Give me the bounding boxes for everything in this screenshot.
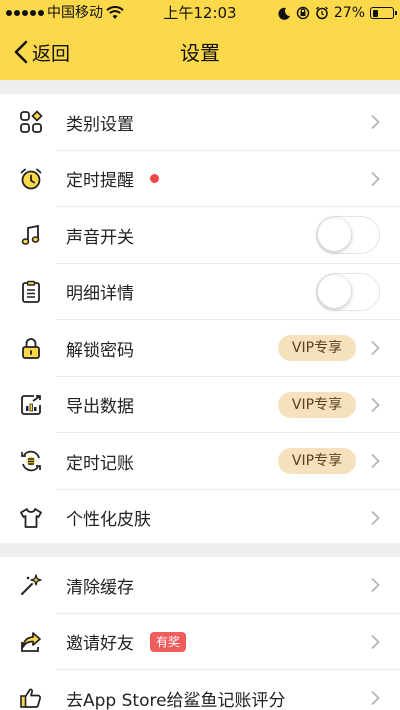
row-unlock-password[interactable]: 解锁密码 VIP专享 [0, 320, 400, 377]
battery-fill [372, 9, 378, 17]
chevron-right-icon [371, 691, 380, 706]
status-bar: 中国移动 上午12:03 27% [0, 0, 400, 26]
row-sound-switch: 声音开关 [0, 207, 400, 264]
music-note-icon [18, 222, 44, 248]
moon-icon [278, 7, 290, 20]
award-badge: 有奖 [150, 631, 187, 652]
row-label: 清除缓存 [66, 577, 134, 598]
row-label: 定时记账 [66, 453, 134, 474]
back-button[interactable]: 返回 [14, 36, 70, 68]
chevron-right-icon [371, 454, 380, 469]
detail-toggle[interactable] [316, 272, 380, 311]
export-chart-icon [18, 392, 44, 418]
row-export-data[interactable]: 导出数据 VIP专享 [0, 377, 400, 434]
lock-icon [18, 335, 44, 361]
nav-bar: 设置 返回 [0, 26, 400, 80]
toggle-knob [318, 274, 351, 308]
row-label: 声音开关 [66, 227, 134, 248]
chevron-right-icon [371, 341, 380, 356]
row-timed-reminder[interactable]: 定时提醒 [0, 151, 400, 208]
settings-section: 类别设置 定时提醒 声音开关 明细详情 解锁密码 VIP专享 导出数据 VIP专… [0, 94, 400, 543]
row-label: 邀请好友 [66, 634, 134, 655]
row-rate-app[interactable]: 去App Store给鲨鱼记账评分 [0, 670, 400, 710]
notification-dot [150, 174, 159, 184]
share-icon [18, 629, 44, 655]
row-personalized-skin[interactable]: 个性化皮肤 [0, 490, 400, 547]
chevron-right-icon [371, 171, 380, 186]
vip-badge: VIP专享 [278, 335, 356, 362]
header: 中国移动 上午12:03 27% 设置 返回 [0, 0, 400, 80]
vip-badge: VIP专享 [278, 391, 356, 418]
row-detail-info: 明细详情 [0, 264, 400, 321]
chevron-right-icon [371, 510, 380, 525]
clipboard-list-icon [18, 279, 44, 305]
row-label: 去App Store给鲨鱼记账评分 [66, 690, 286, 710]
recurring-bill-icon [18, 448, 44, 474]
row-scheduled-bookkeeping[interactable]: 定时记账 VIP专享 [0, 433, 400, 490]
chevron-right-icon [371, 634, 380, 649]
tshirt-icon [18, 505, 44, 531]
orientation-lock-icon [296, 6, 310, 20]
status-right: 27% [278, 4, 397, 22]
category-grid-icon [18, 109, 44, 135]
toggle-knob [318, 218, 351, 252]
sparkle-clear-icon [18, 572, 44, 598]
row-label: 定时提醒 [66, 171, 134, 192]
chevron-right-icon [371, 578, 380, 593]
row-clear-cache[interactable]: 清除缓存 [0, 557, 400, 614]
battery-percent: 27% [333, 5, 365, 21]
row-category-settings[interactable]: 类别设置 [0, 94, 400, 151]
row-label: 明细详情 [66, 284, 134, 305]
alarm-clock-icon [18, 166, 44, 192]
chevron-left-icon [14, 40, 28, 64]
row-label: 个性化皮肤 [66, 510, 151, 531]
row-invite-friends[interactable]: 邀请好友 有奖 [0, 614, 400, 671]
other-section: 清除缓存 邀请好友 有奖 去App Store给鲨鱼记账评分 [0, 557, 400, 710]
back-label: 返回 [32, 42, 71, 65]
row-label: 解锁密码 [66, 340, 134, 361]
vip-badge: VIP专享 [278, 448, 356, 475]
alarm-icon [315, 6, 328, 20]
row-label: 类别设置 [66, 114, 134, 135]
battery-icon [370, 7, 397, 19]
thumbs-up-icon [18, 685, 44, 710]
chevron-right-icon [371, 115, 380, 130]
sound-toggle[interactable] [316, 216, 380, 255]
chevron-right-icon [371, 397, 380, 412]
row-label: 导出数据 [66, 397, 134, 418]
